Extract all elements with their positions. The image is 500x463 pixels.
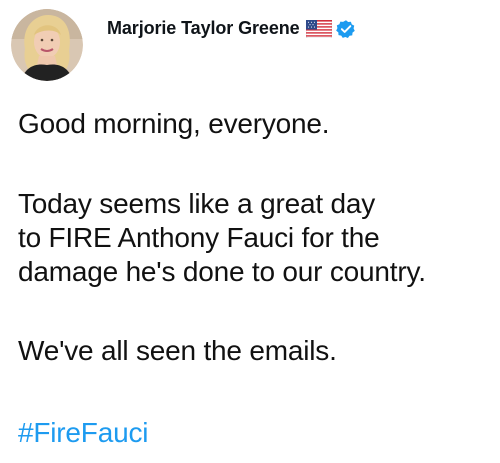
author-name-row: Marjorie Taylor Greene [107, 18, 356, 39]
us-flag-icon [305, 19, 332, 38]
tweet-paragraph-2: Today seems like a great day to FIRE Ant… [18, 188, 426, 287]
avatar[interactable] [11, 9, 83, 81]
tweet-paragraph-1: Good morning, everyone. [18, 108, 330, 139]
tweet: Marjorie Taylor Greene Good morning, eve… [0, 0, 500, 463]
author-display-name[interactable]: Marjorie Taylor Greene [107, 18, 300, 39]
tweet-paragraph-3: We've all seen the emails. [18, 335, 337, 366]
verified-badge-icon [335, 19, 355, 38]
tweet-header [11, 8, 83, 82]
hashtag-link[interactable]: #FireFauci [18, 416, 148, 450]
